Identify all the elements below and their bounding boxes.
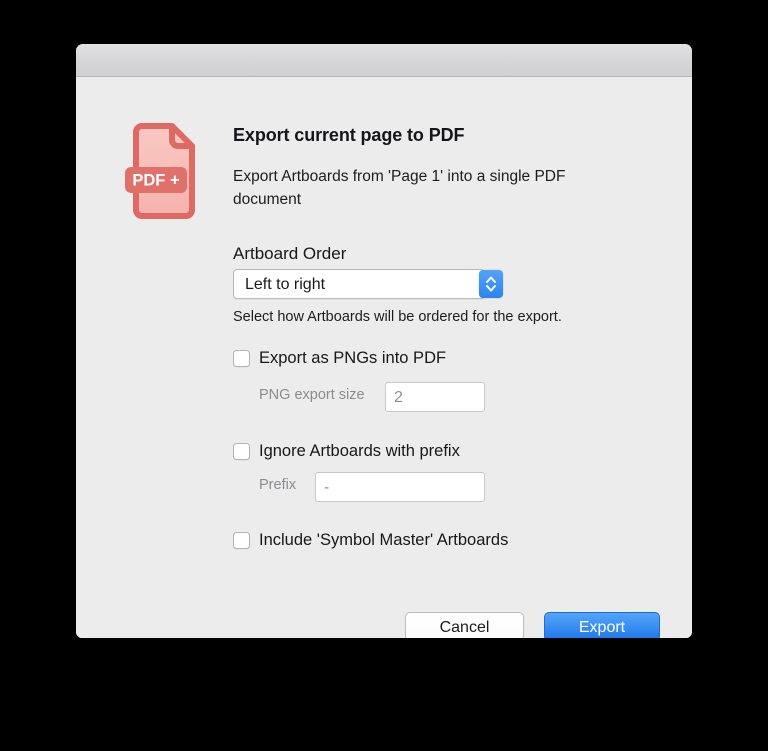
checkbox-ignore-artboards-prefix[interactable] xyxy=(233,443,250,460)
checkbox-export-as-pngs[interactable] xyxy=(233,350,250,367)
cancel-button[interactable]: Cancel xyxy=(405,612,524,638)
checkbox-label-include-symbol-master: Include 'Symbol Master' Artboards xyxy=(259,531,509,549)
svg-text:PDF +: PDF + xyxy=(132,172,179,190)
artboard-order-label: Artboard Order xyxy=(233,244,347,263)
png-export-size-label: PNG export size xyxy=(259,387,365,403)
checkbox-include-symbol-master[interactable] xyxy=(233,532,250,549)
dialog-titlebar xyxy=(76,44,692,77)
dialog-subtitle: Export Artboards from 'Page 1' into a si… xyxy=(233,168,566,208)
dialog-headline: Export current page to PDF xyxy=(233,125,465,145)
prefix-input[interactable]: - xyxy=(315,472,485,502)
artboard-order-select[interactable]: Left to right xyxy=(233,269,503,299)
prefix-label: Prefix xyxy=(259,477,297,493)
png-export-size-input[interactable]: 2 xyxy=(385,382,485,412)
artboard-order-value: Left to right xyxy=(245,276,326,293)
checkbox-label-export-as-pngs: Export as PNGs into PDF xyxy=(259,349,447,367)
artboard-order-stepper-icon[interactable] xyxy=(479,270,503,298)
checkbox-label-ignore-artboards-prefix: Ignore Artboards with prefix xyxy=(259,442,460,460)
pdf-plus-document-icon: PDF + xyxy=(124,123,202,223)
dialog-content: PDF + Export current page to PDF Export … xyxy=(76,77,692,638)
export-button[interactable]: Export xyxy=(544,612,660,638)
prefix-value: - xyxy=(324,479,330,496)
png-export-size-value: 2 xyxy=(394,389,403,406)
export-pdf-dialog: PDF + Export current page to PDF Export … xyxy=(76,44,692,638)
artboard-order-hint: Select how Artboards will be ordered for… xyxy=(233,309,562,325)
